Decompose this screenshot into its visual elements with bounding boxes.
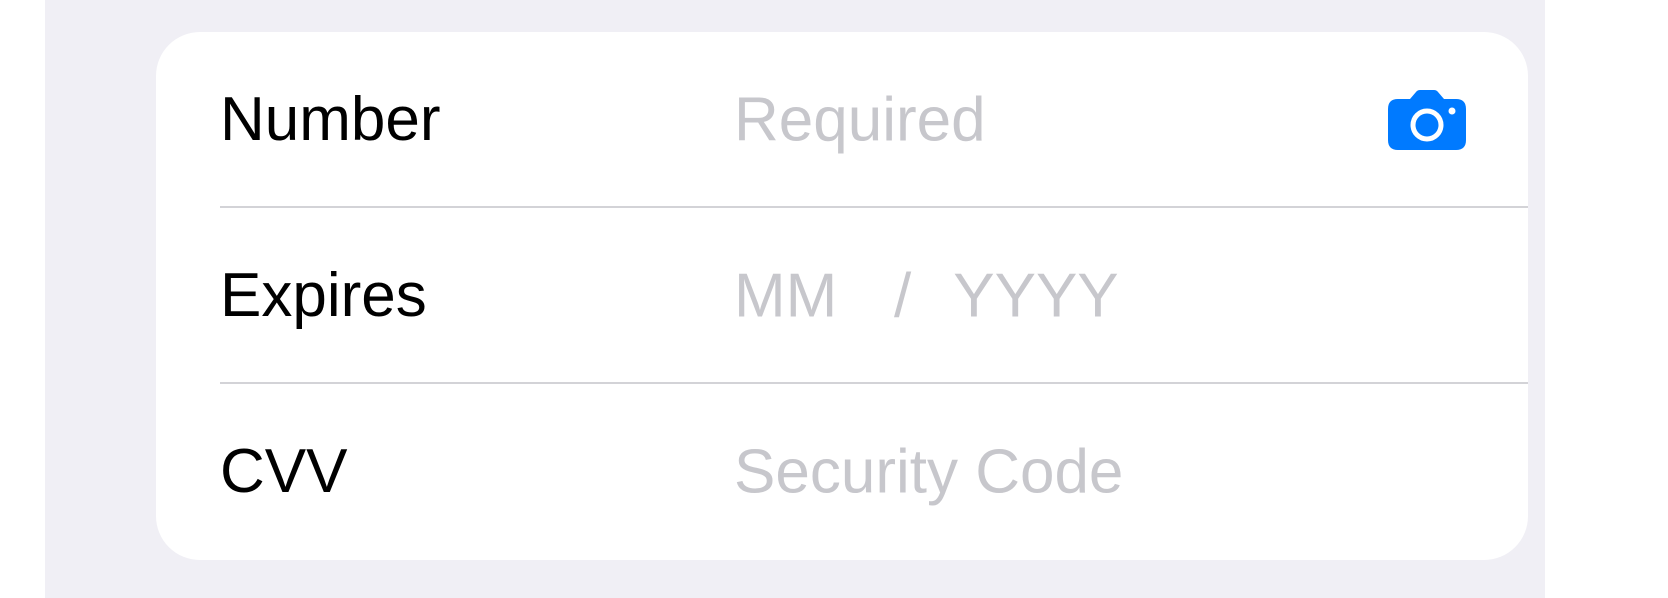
cvv-input[interactable]	[734, 436, 1434, 508]
cvv-field-wrap	[734, 436, 1434, 508]
number-field-wrap	[734, 84, 1334, 156]
grouped-background: Number Expires /	[45, 0, 1545, 598]
expiry-month-input[interactable]	[734, 260, 854, 332]
scan-card-button[interactable]	[1388, 90, 1466, 150]
card-number-input[interactable]	[734, 84, 1334, 156]
cvv-row: CVV	[156, 384, 1528, 560]
card-details-group: Number Expires /	[156, 32, 1528, 560]
expiry-field-wrap: /	[734, 260, 1134, 332]
number-label: Number	[220, 85, 441, 154]
camera-icon	[1388, 90, 1466, 150]
expiry-year-input[interactable]	[953, 260, 1134, 332]
cvv-label: CVV	[220, 437, 348, 506]
expires-label: Expires	[220, 261, 427, 330]
number-row: Number	[156, 32, 1528, 208]
expires-row: Expires /	[156, 208, 1528, 384]
expiry-separator: /	[894, 261, 912, 331]
